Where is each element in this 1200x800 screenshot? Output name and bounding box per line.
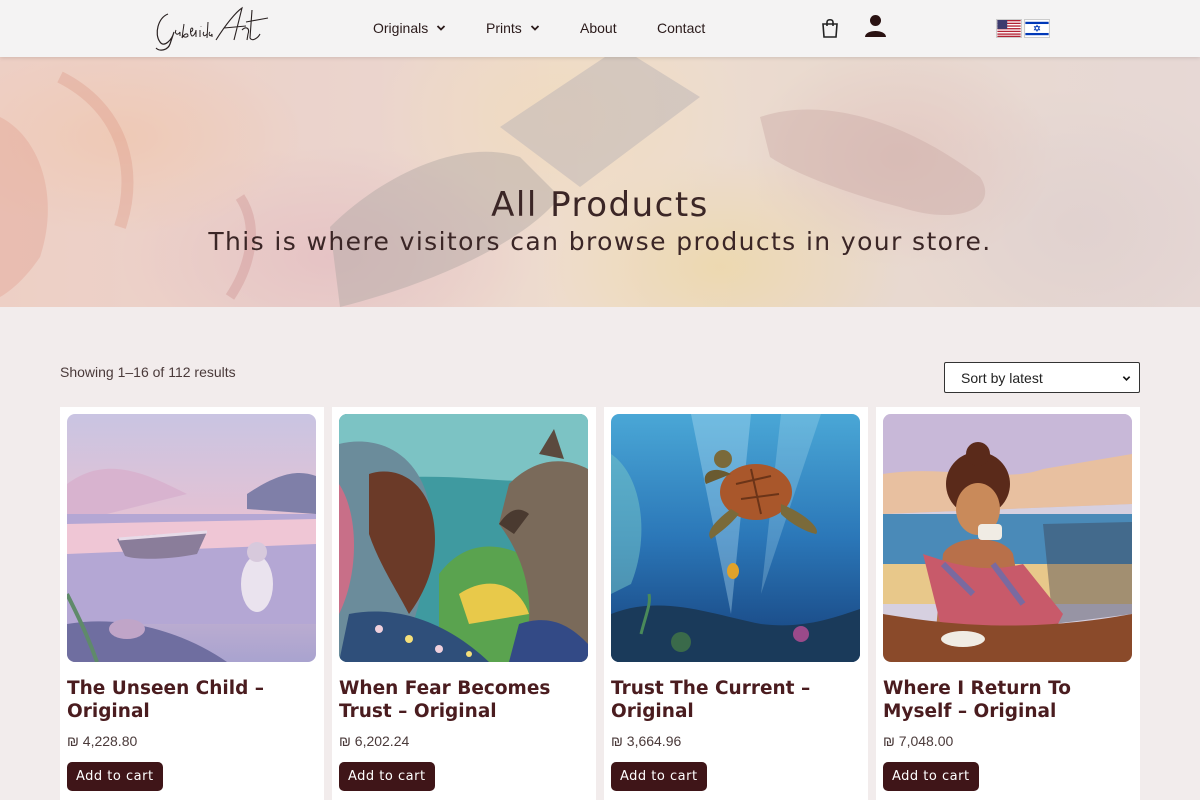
product-card: Trust The Current – Original ₪ 3,664.96 … xyxy=(604,407,868,800)
results-count: Showing 1–16 of 112 results xyxy=(60,364,236,380)
add-to-cart-button[interactable]: Add to cart xyxy=(67,762,163,791)
add-to-cart-button[interactable]: Add to cart xyxy=(339,762,435,791)
nav-contact-label: Contact xyxy=(657,20,706,36)
user-icon[interactable] xyxy=(864,14,887,38)
product-title[interactable]: When Fear Becomes Trust – Original xyxy=(339,677,589,723)
add-to-cart-button[interactable]: Add to cart xyxy=(611,762,707,791)
nav-prints-label: Prints xyxy=(486,20,522,36)
sort-select-value: Sort by latest xyxy=(961,369,1043,386)
page-title: All Products xyxy=(491,185,709,225)
nav-originals-label: Originals xyxy=(373,20,429,36)
product-card: Where I Return To Myself – Original ₪ 7,… xyxy=(876,407,1140,800)
nav-contact[interactable]: Contact xyxy=(657,20,705,36)
product-price: ₪ 7,048.00 xyxy=(883,733,954,749)
hero-overlay xyxy=(0,57,1200,307)
add-to-cart-button[interactable]: Add to cart xyxy=(883,762,979,791)
product-price: ₪ 4,228.80 xyxy=(67,733,138,749)
product-card: When Fear Becomes Trust – Original ₪ 6,2… xyxy=(332,407,596,800)
site-logo[interactable] xyxy=(150,4,286,52)
nav-originals[interactable]: Originals xyxy=(373,20,446,36)
chevron-down-icon xyxy=(1122,376,1131,381)
sort-select[interactable]: Sort by latest xyxy=(944,362,1140,393)
chevron-down-icon xyxy=(437,25,446,31)
nav-prints[interactable]: Prints xyxy=(486,20,540,36)
product-price: ₪ 3,664.96 xyxy=(611,733,682,749)
chevron-down-icon xyxy=(530,25,539,31)
site-header: Originals Prints About Contact xyxy=(0,0,1200,57)
product-image[interactable] xyxy=(611,414,860,662)
product-image[interactable] xyxy=(67,414,316,662)
product-card: The Unseen Child – Original ₪ 4,228.80 A… xyxy=(60,407,324,800)
product-price: ₪ 6,202.24 xyxy=(339,733,410,749)
nav-about-label: About xyxy=(580,20,617,36)
product-title[interactable]: Where I Return To Myself – Original xyxy=(883,677,1133,723)
product-title[interactable]: Trust The Current – Original xyxy=(611,677,861,723)
product-title[interactable]: The Unseen Child – Original xyxy=(67,677,317,723)
shopping-bag-icon[interactable] xyxy=(820,17,840,39)
nav-about[interactable]: About xyxy=(580,20,617,36)
page-subtitle: This is where visitors can browse produc… xyxy=(208,227,992,256)
flag-israel-icon[interactable] xyxy=(1024,19,1050,38)
product-image[interactable] xyxy=(339,414,588,662)
product-image[interactable] xyxy=(883,414,1132,662)
hero-banner: All Products This is where visitors can … xyxy=(0,57,1200,307)
flag-us-icon[interactable] xyxy=(996,19,1022,38)
